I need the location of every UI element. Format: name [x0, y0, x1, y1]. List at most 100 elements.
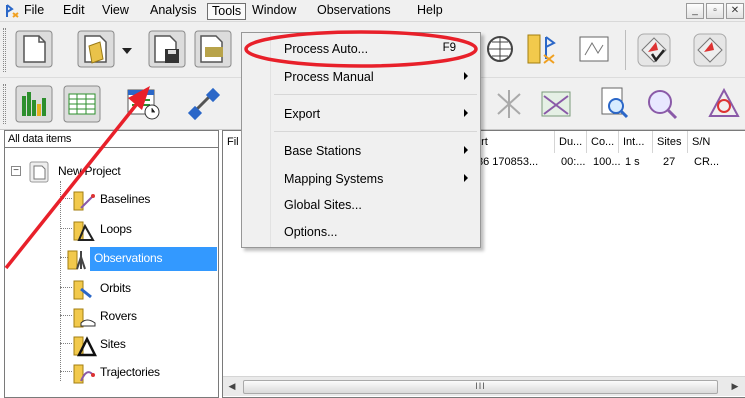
- zoom-network-button[interactable]: [642, 84, 682, 124]
- cell-start: 86 170853...: [477, 156, 539, 168]
- save-project-button[interactable]: [147, 29, 187, 69]
- tree-item-label: New Project: [58, 164, 121, 178]
- close-button[interactable]: ✕: [726, 3, 744, 19]
- tree-item-observations[interactable]: Observations: [5, 243, 218, 273]
- folder-site-icon: [527, 34, 556, 64]
- bar-chart-icon: [15, 85, 53, 123]
- horizontal-scrollbar[interactable]: ◀ III ▶: [223, 376, 745, 396]
- menu-item-process-auto[interactable]: Process Auto... F9: [244, 38, 478, 60]
- column-header-sn[interactable]: S/N: [688, 131, 745, 153]
- printer-icon: [194, 30, 232, 68]
- reference-frame-button[interactable]: [484, 29, 514, 69]
- menu-separator: [274, 131, 477, 132]
- quality-report-button[interactable]: [690, 30, 730, 70]
- globe-gear-icon: [487, 36, 513, 62]
- print-button[interactable]: [193, 29, 233, 69]
- menu-tools[interactable]: Tools: [207, 3, 247, 20]
- project-icon: [29, 161, 49, 183]
- submenu-arrow-icon: [464, 109, 468, 117]
- tree-item-loops[interactable]: Loops: [5, 214, 218, 244]
- menu-item-label: Process Manual: [284, 70, 374, 84]
- menu-item-label: Base Stations: [284, 144, 362, 158]
- sites-folder-icon: [73, 336, 97, 357]
- menu-item-global-sites[interactable]: Global Sites...: [244, 194, 478, 216]
- tree-item-rovers[interactable]: Rovers: [5, 301, 218, 331]
- menu-edit[interactable]: Edit: [59, 3, 89, 20]
- menu-window[interactable]: Window: [248, 3, 300, 20]
- trajectories-folder-icon: [73, 364, 95, 384]
- satellite-icon: [187, 87, 221, 121]
- restore-button[interactable]: ▫: [706, 3, 724, 19]
- clock-window-icon: [127, 89, 160, 120]
- network-icon: [497, 90, 521, 118]
- scroll-thumb[interactable]: III: [243, 380, 718, 394]
- new-project-button[interactable]: [14, 29, 54, 69]
- open-project-button[interactable]: [76, 29, 116, 69]
- dropdown-arrow-icon[interactable]: [122, 48, 132, 54]
- app-icon[interactable]: [4, 3, 20, 19]
- orbits-folder-icon: [73, 280, 92, 300]
- column-header-sites[interactable]: Sites: [653, 131, 688, 153]
- check-diamond-icon: [637, 33, 671, 67]
- tree-item-label: Rovers: [100, 309, 137, 323]
- minimize-button[interactable]: _: [686, 3, 704, 19]
- tools-menu: Process Auto... F9 Process Manual Export…: [241, 32, 481, 248]
- map-view-button[interactable]: [576, 31, 612, 67]
- network-adjust-button[interactable]: [704, 84, 744, 124]
- zoom-document-button[interactable]: [594, 84, 634, 124]
- toolbar-grip[interactable]: [3, 84, 6, 124]
- tree-item-baselines[interactable]: Baselines: [5, 184, 218, 214]
- triangle-network-icon: [708, 87, 740, 117]
- tree-item-root[interactable]: New Project: [5, 156, 218, 186]
- submenu-arrow-icon: [464, 174, 468, 182]
- magnifier-icon: [648, 90, 678, 120]
- session-editor-button[interactable]: [124, 84, 164, 124]
- menu-item-base-stations[interactable]: Base Stations: [244, 140, 478, 162]
- satellite-button[interactable]: [186, 84, 226, 124]
- menu-observations[interactable]: Observations: [313, 3, 395, 20]
- toolbar-separator: [625, 30, 626, 70]
- toolbar-grip[interactable]: [3, 28, 6, 72]
- check-quality-button[interactable]: [634, 30, 674, 70]
- menu-item-label: Process Auto...: [284, 42, 369, 56]
- menu-view[interactable]: View: [98, 3, 133, 20]
- tree-header[interactable]: All data items: [5, 131, 218, 148]
- menu-item-options[interactable]: Options...: [244, 221, 478, 243]
- cell-sites: 27: [663, 156, 676, 168]
- column-header-co[interactable]: Co...: [587, 131, 619, 153]
- column-header-start[interactable]: art: [471, 131, 555, 153]
- column-header-duration[interactable]: Du...: [555, 131, 587, 153]
- menu-item-export[interactable]: Export: [244, 103, 478, 125]
- menu-item-shortcut: F9: [442, 42, 456, 54]
- observations-folder-icon: [67, 250, 86, 270]
- column-header-interval[interactable]: Int...: [619, 131, 653, 153]
- adjust-network-button[interactable]: [538, 84, 578, 124]
- menu-analysis[interactable]: Analysis: [146, 3, 201, 20]
- network-button[interactable]: [490, 84, 530, 124]
- menu-item-process-manual[interactable]: Process Manual: [244, 66, 478, 88]
- menu-file[interactable]: File: [20, 3, 48, 20]
- cell-co: 100...: [593, 156, 621, 168]
- tree-item-sites[interactable]: Sites: [5, 329, 218, 359]
- save-document-icon: [148, 30, 186, 68]
- menu-item-mapping-systems[interactable]: Mapping Systems: [244, 168, 478, 190]
- diamond-arrow-icon: [693, 33, 727, 67]
- new-document-icon: [15, 30, 53, 68]
- menu-item-label: Options...: [284, 225, 338, 239]
- cell-sn: CR...: [694, 156, 720, 168]
- site-tools-button[interactable]: [524, 29, 560, 69]
- table-view-button[interactable]: [62, 84, 102, 124]
- scroll-left-icon[interactable]: ◀: [227, 381, 237, 393]
- menu-help[interactable]: Help: [413, 3, 447, 20]
- menu-item-label: Export: [284, 107, 321, 121]
- timeline-view-button[interactable]: [14, 84, 54, 124]
- scroll-right-icon[interactable]: ▶: [730, 381, 740, 393]
- tree-item-orbits[interactable]: Orbits: [5, 273, 218, 303]
- tree-item-label: Sites: [100, 337, 126, 351]
- tree-item-trajectories[interactable]: Trajectories: [5, 357, 218, 387]
- tree-item-label: Loops: [100, 222, 132, 236]
- menu-separator: [274, 94, 477, 95]
- menu-item-label: Mapping Systems: [284, 172, 384, 186]
- rovers-folder-icon: [73, 308, 96, 328]
- table-icon: [63, 85, 101, 123]
